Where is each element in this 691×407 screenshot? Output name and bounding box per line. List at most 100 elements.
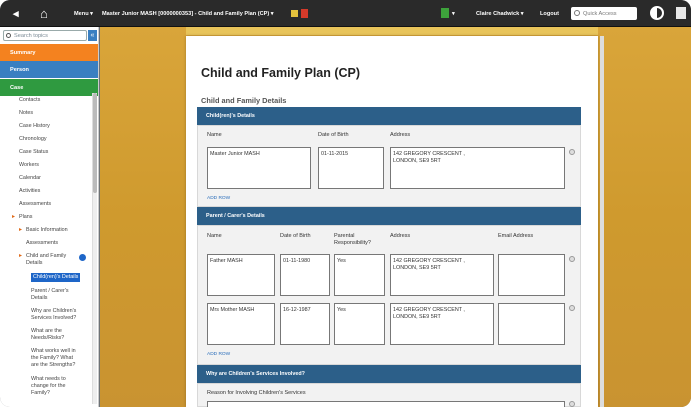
parent-dob-label: Date of Birth <box>280 233 311 239</box>
menu-button[interactable]: Menu ▾ <box>74 0 93 27</box>
childrens-details-panel: Name Date of Birth Address Master Junior… <box>197 125 581 207</box>
parent-email-field[interactable] <box>498 254 565 296</box>
sidebar-item-change-3[interactable]: Family? <box>31 390 50 397</box>
parent-name-field[interactable]: Father MASH <box>207 254 275 296</box>
remove-row-icon[interactable] <box>569 149 575 155</box>
parent-email-field[interactable] <box>498 303 565 345</box>
sidebar-item-workers[interactable]: Workers <box>19 162 39 169</box>
add-parent-row-link[interactable]: ADD ROW <box>207 352 230 357</box>
sidebar-item-change[interactable]: What needs to <box>31 376 66 383</box>
sidebar-scrollbar[interactable] <box>92 93 97 404</box>
parent-dob-field[interactable]: 01-11-1980 <box>280 254 330 296</box>
remove-row-icon[interactable] <box>569 305 575 311</box>
parental-responsibility-label: Parental Responsibility? <box>334 233 371 246</box>
child-address-label: Address <box>390 132 411 138</box>
remove-row-icon[interactable] <box>569 256 575 262</box>
sidebar-item-strengths[interactable]: What works well in <box>31 348 76 355</box>
notification-caret[interactable]: ▾ <box>452 0 455 27</box>
parent-address-field[interactable]: 142 GREGORY CRESCENT , LONDON, SE9 5RT <box>390 303 494 345</box>
app-window: ◂ ⌂ Menu ▾ Master Junior MASH [000000035… <box>0 0 691 407</box>
check-icon <box>79 254 86 261</box>
sidebar-item-chronology[interactable]: Chronology <box>19 136 47 143</box>
sidebar-item-assessments[interactable]: Assessments <box>19 201 51 208</box>
parent-address-line2: LONDON, SE9 5RT <box>393 313 441 320</box>
parent-name-label: Name <box>207 233 222 239</box>
sidebar-category-case[interactable]: Case <box>0 79 98 96</box>
child-dob-label: Date of Birth <box>318 132 349 138</box>
parental-responsibility-field[interactable]: Yes <box>334 254 385 296</box>
parent-address-line2: LONDON, SE9 5RT <box>393 264 441 271</box>
sidebar-item-why-involved[interactable]: Why are Children's <box>31 308 76 315</box>
collapse-sidebar-button[interactable]: « <box>88 30 97 41</box>
sidebar-item-child-and-family[interactable]: Child and Family <box>19 253 66 260</box>
settings-icon[interactable] <box>676 7 686 19</box>
why-involved-header: Why are Children's Services Involved? <box>197 365 581 383</box>
record-title[interactable]: Master Junior MASH [0000000353] - Child … <box>102 0 274 27</box>
logout-link[interactable]: Logout <box>540 0 559 27</box>
alert-icon[interactable] <box>301 9 308 18</box>
home-icon[interactable]: ⌂ <box>40 0 48 27</box>
sidebar-item-case-history[interactable]: Case History <box>19 123 50 130</box>
parent-name-field[interactable]: Mrs Mother MASH <box>207 303 275 345</box>
parent-address-line1: 142 GREGORY CRESCENT , <box>393 307 465 313</box>
topic-search-input[interactable]: Search topics <box>3 30 87 41</box>
star-icon[interactable] <box>291 10 298 17</box>
sidebar-item-plan-assessments[interactable]: Assessments <box>26 240 58 247</box>
topic-search-placeholder: Search topics <box>14 32 48 39</box>
sidebar-item-contacts[interactable]: Contacts <box>19 97 40 104</box>
sidebar-item-strengths-2[interactable]: the Family? What <box>31 355 73 362</box>
add-child-row-link[interactable]: ADD ROW <box>207 196 230 201</box>
quick-access-input[interactable]: Quick Access <box>571 7 637 20</box>
parental-responsibility-field[interactable]: Yes <box>334 303 385 345</box>
sidebar-item-activities[interactable]: Activities <box>19 188 40 195</box>
sidebar-item-child-and-family-details[interactable]: Details <box>26 260 42 267</box>
document-top-band <box>186 27 598 35</box>
search-icon <box>574 10 580 16</box>
sidebar-item-strengths-3[interactable]: are the Strengths? <box>31 362 75 369</box>
sidebar-item-parent-carer-details-2[interactable]: Details <box>31 295 47 302</box>
reason-label: Reason for Involving Children's Services <box>207 390 306 396</box>
parent-address-label: Address <box>390 233 411 239</box>
parent-carer-details-header: Parent / Carer's Details <box>197 207 581 225</box>
child-address-field[interactable]: 142 GREGORY CRESCENT , LONDON, SE9 5RT <box>390 147 565 189</box>
sidebar-item-needs-risks[interactable]: What are the <box>31 328 62 335</box>
parent-dob-field[interactable]: 16-12-1987 <box>280 303 330 345</box>
sidebar-scroll-thumb[interactable] <box>93 93 97 193</box>
contrast-icon[interactable] <box>650 6 664 20</box>
form-document: Child and Family Plan (CP) Child and Fam… <box>186 36 598 407</box>
back-arrow-icon[interactable]: ◂ <box>13 0 19 27</box>
why-involved-panel: Reason for Involving Children's Services <box>197 383 581 407</box>
search-icon <box>6 33 11 38</box>
parent-address-line1: 142 GREGORY CRESCENT , <box>393 258 465 264</box>
page-title: Child and Family Plan (CP) <box>201 66 361 80</box>
child-address-line1: 142 GREGORY CRESCENT , <box>393 151 465 157</box>
parent-email-label: Email Address <box>498 233 534 239</box>
sidebar-item-why-involved-2[interactable]: Services Involved? <box>31 315 76 322</box>
sidebar-item-basic-information[interactable]: Basic Information <box>19 227 68 234</box>
parental-responsibility-label-line2: Responsibility? <box>334 239 371 246</box>
remove-row-icon[interactable] <box>569 401 575 407</box>
sidebar-item-calendar[interactable]: Calendar <box>19 175 41 182</box>
sidebar-category-summary[interactable]: Summary <box>0 44 98 61</box>
parent-carer-details-panel: Name Date of Birth Parental Responsibili… <box>197 225 581 365</box>
child-name-field[interactable]: Master Junior MASH <box>207 147 311 189</box>
notification-icon[interactable] <box>441 8 449 18</box>
childrens-details-header: Child(ren)'s Details <box>197 107 581 125</box>
sidebar-item-notes[interactable]: Notes <box>19 110 33 117</box>
sidebar-item-childrens-details[interactable]: Child(ren)'s Details <box>31 273 81 282</box>
sidebar: Search topics « Summary Person Case Cont… <box>0 27 99 407</box>
child-address-line2: LONDON, SE9 5RT <box>393 157 441 164</box>
sidebar-item-needs-risks-2[interactable]: Needs/Risks? <box>31 335 64 342</box>
sidebar-category-person[interactable]: Person <box>0 61 98 78</box>
reason-field[interactable] <box>207 401 565 407</box>
sidebar-item-case-status[interactable]: Case Status <box>19 149 48 156</box>
user-menu[interactable]: Claire Chadwick ▾ <box>476 0 524 27</box>
child-name-label: Name <box>207 132 222 138</box>
top-bar: ◂ ⌂ Menu ▾ Master Junior MASH [000000035… <box>0 0 691 27</box>
child-dob-field[interactable]: 01-11-2015 <box>318 147 384 189</box>
sidebar-item-plans[interactable]: Plans <box>12 214 32 221</box>
sidebar-item-change-2[interactable]: change for the <box>31 383 65 390</box>
parent-address-field[interactable]: 142 GREGORY CRESCENT , LONDON, SE9 5RT <box>390 254 494 296</box>
document-scrollbar[interactable] <box>600 36 604 407</box>
sidebar-item-parent-carer-details[interactable]: Parent / Carer's <box>31 288 69 295</box>
